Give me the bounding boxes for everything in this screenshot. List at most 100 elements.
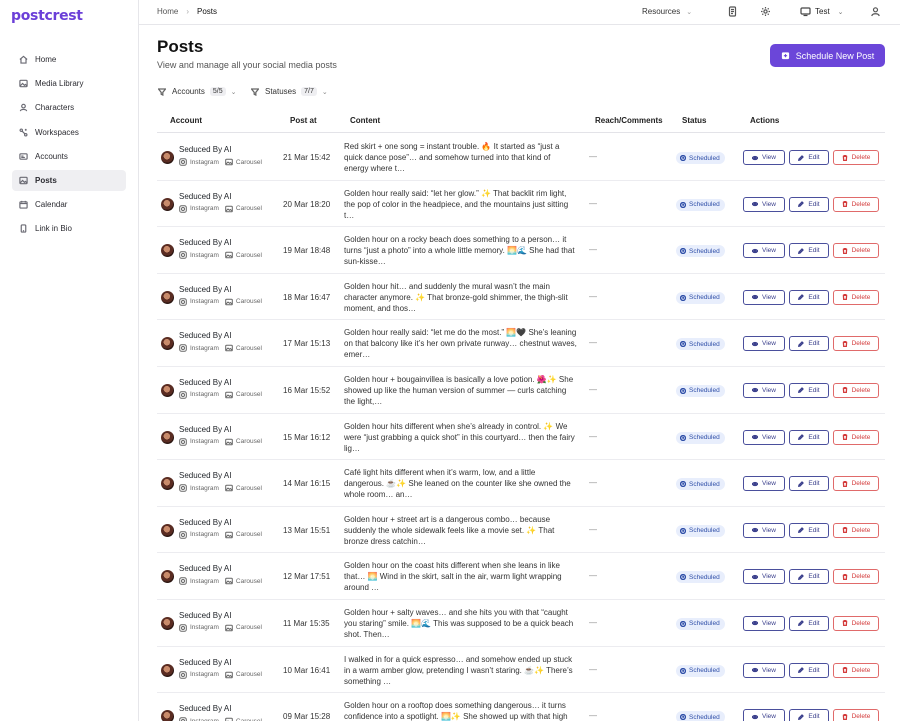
delete-button[interactable]: Delete — [833, 243, 879, 259]
edit-button[interactable]: Edit — [789, 476, 829, 492]
resources-menu[interactable]: Resources ⌄ — [642, 7, 692, 16]
user-icon — [19, 104, 28, 112]
delete-label: Delete — [851, 293, 871, 301]
view-button[interactable]: View — [743, 476, 785, 492]
edit-button[interactable]: Edit — [789, 150, 829, 165]
edit-button[interactable]: Edit — [789, 615, 829, 631]
reach-comments: — — [589, 617, 597, 627]
edit-button[interactable]: Edit — [789, 429, 829, 445]
profile-icon[interactable] — [870, 6, 881, 17]
page-subtitle: View and manage all your social media po… — [157, 60, 337, 70]
account-meta: Instagram Carousel — [179, 297, 262, 306]
platform-label: Instagram — [190, 718, 219, 721]
edit-button[interactable]: Edit — [789, 662, 829, 678]
sidebar-item-home[interactable]: Home — [12, 49, 126, 70]
post-time: 12 Mar 17:51 — [283, 572, 331, 582]
sidebar-item-calendar[interactable]: Calendar — [12, 194, 126, 215]
format-label: Carousel — [235, 391, 262, 399]
account-name: Seduced By AI — [179, 471, 232, 481]
status-label: Scheduled — [689, 387, 720, 395]
carousel-icon — [225, 671, 233, 678]
instagram-icon — [179, 344, 187, 353]
delete-button[interactable]: Delete — [833, 709, 879, 721]
delete-button[interactable]: Delete — [833, 196, 879, 212]
trash-icon — [842, 713, 847, 720]
avatar — [161, 383, 174, 397]
delete-button[interactable]: Delete — [833, 476, 879, 492]
delete-button[interactable]: Delete — [833, 569, 879, 585]
sidebar-item-posts[interactable]: Posts — [12, 169, 126, 191]
app-logo[interactable]: postcrest — [11, 8, 83, 24]
view-button[interactable]: View — [743, 243, 785, 259]
table-row: Seduced By AI Instagram Carousel 10 Mar … — [157, 647, 885, 694]
sidebar-item-label: Media Library — [35, 79, 84, 89]
clock-icon — [680, 481, 686, 488]
carousel-icon — [225, 345, 233, 352]
edit-button[interactable]: Edit — [789, 382, 829, 398]
post-content: Golden hour on a rocky beach does someth… — [344, 235, 575, 267]
sidebar-item-link-in-bio[interactable]: Link in Bio — [12, 218, 126, 239]
delete-button[interactable]: Delete — [833, 150, 879, 165]
view-button[interactable]: View — [743, 336, 785, 352]
avatar — [161, 197, 174, 211]
platform-label: Instagram — [190, 624, 219, 632]
workspace-user-menu[interactable]: Test ⌄ — [800, 6, 844, 17]
eye-icon — [752, 667, 758, 673]
breadcrumb: Home › Posts — [157, 7, 217, 16]
delete-button[interactable]: Delete — [833, 662, 879, 678]
view-button[interactable]: View — [743, 196, 785, 212]
view-button[interactable]: View — [743, 429, 785, 445]
status-label: Scheduled — [689, 480, 720, 488]
edit-button[interactable]: Edit — [789, 196, 829, 212]
status-badge: Scheduled — [676, 571, 725, 584]
eye-icon — [752, 341, 758, 347]
format-label: Carousel — [235, 205, 262, 213]
carousel-icon — [225, 298, 233, 306]
accounts-filter[interactable]: Accounts 5/5 ⌄ — [158, 87, 237, 96]
delete-button[interactable]: Delete — [833, 615, 879, 631]
delete-label: Delete — [851, 433, 871, 441]
edit-button[interactable]: Edit — [789, 709, 829, 721]
status-badge: Scheduled — [676, 664, 725, 677]
delete-button[interactable]: Delete — [833, 289, 879, 305]
platform-label: Instagram — [190, 391, 219, 399]
format-label: Carousel — [235, 671, 262, 679]
post-time: 20 Mar 18:20 — [283, 199, 331, 209]
view-button[interactable]: View — [743, 289, 785, 305]
view-button[interactable]: View — [743, 662, 785, 678]
sidebar-item-characters[interactable]: Characters — [12, 97, 126, 118]
edit-button[interactable]: Edit — [789, 522, 829, 538]
instagram-icon — [179, 670, 187, 679]
column-header-post-at[interactable]: Post at — [290, 116, 317, 125]
edit-button[interactable]: Edit — [789, 289, 829, 305]
view-button[interactable]: View — [743, 522, 785, 538]
sidebar-item-media-library[interactable]: Media Library — [12, 73, 126, 94]
view-button[interactable]: View — [743, 709, 785, 721]
view-button[interactable]: View — [743, 150, 785, 165]
status-badge: Scheduled — [676, 711, 725, 721]
sidebar-item-workspaces[interactable]: Workspaces — [12, 122, 126, 143]
view-button[interactable]: View — [743, 382, 785, 398]
delete-button[interactable]: Delete — [833, 429, 879, 445]
view-button[interactable]: View — [743, 615, 785, 631]
breadcrumb-home[interactable]: Home — [157, 7, 178, 16]
delete-button[interactable]: Delete — [833, 522, 879, 538]
reach-comments: — — [589, 338, 597, 348]
schedule-new-post-button[interactable]: Schedule New Post — [770, 44, 885, 67]
edit-button[interactable]: Edit — [789, 243, 829, 259]
edit-button[interactable]: Edit — [789, 569, 829, 585]
account-name: Seduced By AI — [179, 377, 232, 387]
sidebar-item-accounts[interactable]: Accounts — [12, 146, 126, 167]
carousel-icon — [225, 438, 233, 445]
delete-label: Delete — [851, 247, 871, 255]
document-icon[interactable] — [727, 6, 738, 17]
delete-label: Delete — [851, 480, 871, 488]
format-label: Carousel — [235, 531, 262, 539]
edit-button[interactable]: Edit — [789, 336, 829, 352]
delete-button[interactable]: Delete — [833, 336, 879, 352]
statuses-filter[interactable]: Statuses 7/7 ⌄ — [251, 87, 328, 96]
eye-icon — [752, 201, 758, 207]
delete-button[interactable]: Delete — [833, 382, 879, 398]
gear-icon[interactable] — [760, 6, 771, 17]
view-button[interactable]: View — [743, 569, 785, 585]
